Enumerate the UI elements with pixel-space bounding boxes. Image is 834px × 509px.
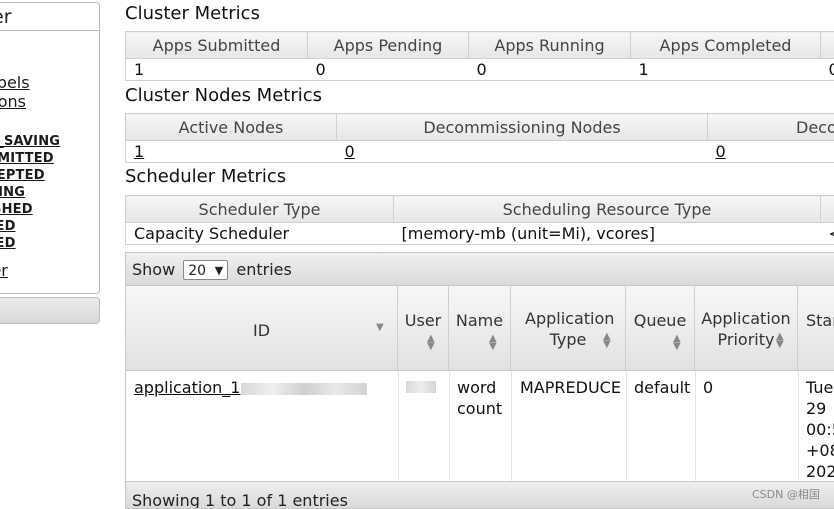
applications-panel: Show 20 ▼ entries ID ▼ User ▲ ▼ Name ▲ ▼ A… (125, 252, 834, 509)
cluster-nodes-metrics-table: Active Nodes Decommissioning Nodes Deco … (125, 113, 834, 163)
sort-icon: ▲ ▼ (776, 331, 784, 350)
sort-icon: ▲ ▼ (673, 333, 681, 352)
scheduler-metrics-title: Scheduler Metrics (125, 166, 287, 187)
application-id-link[interactable]: application_10001 (134, 378, 368, 397)
sidebar-link-scheduler[interactable]: ler (0, 261, 8, 280)
header-cut-off (820, 31, 834, 59)
column-label-name: Name (455, 311, 504, 330)
scheduler-metrics-table: Scheduler Type Scheduling Resource Type … (125, 195, 834, 245)
value-cut-off: < (820, 222, 834, 245)
column-header-name[interactable]: Name ▲ ▼ (449, 286, 511, 370)
sort-icon: ▲ ▼ (603, 331, 611, 350)
show-label: Show (132, 260, 176, 279)
watermark-text: CSDN @相国 (752, 488, 820, 501)
value-scheduling-resource-type: [memory-mb (unit=Mi), vcores] (393, 222, 821, 245)
application-id-cell: application_10001 (134, 377, 368, 398)
column-header-start-time[interactable]: Star (798, 286, 834, 370)
sidebar-link-node-labels[interactable]: abels (0, 73, 30, 92)
value-scheduler-type: Capacity Scheduler (125, 222, 394, 245)
header-decommissioned-nodes: Deco (707, 113, 834, 141)
decommissioned-nodes-link[interactable]: 0 (716, 142, 726, 161)
chevron-down-icon: ▼ (214, 263, 224, 277)
redacted-user (406, 381, 436, 393)
sidebar-link-accepted[interactable]: CEPTED (0, 168, 45, 183)
value-apps-completed: 1 (630, 58, 821, 81)
cluster-nodes-metrics-title: Cluster Nodes Metrics (125, 85, 323, 106)
priority-cell: 0 (703, 378, 714, 397)
column-header-queue[interactable]: Queue ▲ ▼ (626, 286, 695, 370)
sidebar-link-new-saving[interactable]: V_SAVING (0, 134, 60, 149)
apps-table-header: ID ▼ User ▲ ▼ Name ▲ ▼ Application Type ▲ ▼… (126, 286, 834, 371)
value-apps-running: 0 (468, 58, 631, 81)
header-scheduling-resource-type: Scheduling Resource Type (393, 195, 821, 223)
sidebar-title: er (0, 3, 99, 31)
column-label-start-time: Star (806, 311, 834, 330)
column-label-queue: Queue (633, 311, 687, 330)
sidebar-link-killed[interactable]: LED (0, 236, 16, 251)
table-info-footer: Showing 1 to 1 of 1 entries (126, 481, 834, 508)
header-apps-pending: Apps Pending (307, 31, 469, 59)
header-apps-submitted: Apps Submitted (125, 31, 308, 59)
sidebar-link-applications[interactable]: tions (0, 92, 26, 111)
sort-icon: ▲ ▼ (427, 333, 435, 352)
value-apps-submitted: 1 (125, 58, 308, 81)
sidebar-link-submitted[interactable]: BMITTED (0, 151, 54, 166)
start-time-line: Tue (806, 378, 834, 397)
sort-icon: ▲ ▼ (489, 333, 497, 352)
entries-label: entries (236, 260, 292, 279)
column-label-id: ID (252, 321, 271, 340)
sidebar-panel: er abels tions V V_SAVING BMITTED CEPTED… (0, 2, 100, 294)
entries-select-value: 20 (188, 262, 207, 279)
cluster-metrics-table: Apps Submitted Apps Pending Apps Running… (125, 31, 834, 81)
column-header-application-priority[interactable]: Application Priority ▲ ▼ (695, 286, 798, 370)
entries-length-bar: Show 20 ▼ entries (126, 253, 834, 286)
start-time-line: 00:5 (806, 420, 834, 439)
cluster-metrics-title: Cluster Metrics (125, 3, 260, 24)
header-active-nodes: Active Nodes (125, 113, 337, 141)
redacted-block (241, 382, 368, 395)
column-label-user: User (404, 311, 442, 330)
sidebar-tools-header[interactable] (0, 297, 100, 324)
column-header-id[interactable]: ID ▼ (126, 286, 398, 370)
active-nodes-link[interactable]: 1 (134, 142, 144, 161)
header-cut-off (820, 195, 834, 223)
column-header-application-type[interactable]: Application Type ▲ ▼ (511, 286, 626, 370)
start-time-line: 29 (806, 399, 827, 418)
sidebar-link-finished[interactable]: ISHED (0, 202, 33, 217)
queue-cell: default (634, 378, 691, 397)
column-header-user[interactable]: User ▲ ▼ (398, 286, 449, 370)
start-time-line: 202 (806, 462, 834, 481)
application-id-text: application_1 (134, 378, 241, 397)
sidebar-link-failed[interactable]: LED (0, 219, 16, 234)
header-apps-completed: Apps Completed (630, 31, 821, 59)
application-type-cell: MAPREDUCE (520, 378, 621, 397)
entries-select[interactable]: 20 ▼ (183, 259, 229, 280)
decommissioning-nodes-link[interactable]: 0 (345, 142, 355, 161)
header-apps-running: Apps Running (468, 31, 631, 59)
value-cut-off: 0 (820, 58, 834, 81)
value-apps-pending: 0 (307, 58, 469, 81)
start-time-line: +08 (806, 441, 834, 460)
header-decommissioning-nodes: Decommissioning Nodes (336, 113, 708, 141)
sidebar-link-running[interactable]: NING (0, 185, 25, 200)
sort-desc-icon: ▼ (376, 322, 384, 333)
header-scheduler-type: Scheduler Type (125, 195, 394, 223)
start-time-cell: Tue 29 00:5 +08 202 (806, 377, 834, 482)
user-cell (406, 377, 436, 398)
table-row: application_10001 word count MAPREDUCE d… (126, 371, 834, 481)
name-cell: word count (457, 378, 503, 418)
